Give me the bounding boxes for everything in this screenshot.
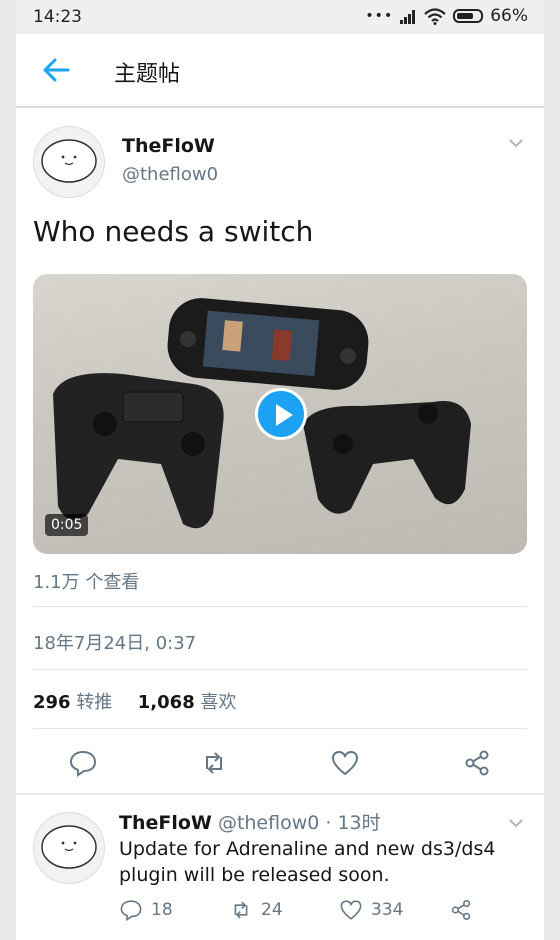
battery-icon [453,9,484,23]
wifi-icon [424,7,446,25]
reply-author-handle[interactable]: @theflow0 [218,812,319,834]
avatar-face-icon [41,825,97,869]
back-arrow-icon[interactable] [40,56,72,84]
tweet-timestamp: 18年7月24日, 0:37 [33,633,197,654]
status-time: 14:23 [33,7,82,27]
author-name[interactable]: TheFloW [122,135,215,157]
reply-reply-button[interactable]: 18 [119,898,173,922]
share-icon[interactable] [462,748,492,778]
divider [33,669,527,670]
likes-count[interactable]: 1,068 [138,692,195,713]
section-separator [16,793,544,795]
status-bar: 14:23 ••• 66% [16,0,544,34]
like-icon [340,900,362,920]
author-avatar[interactable] [33,126,105,198]
page-title: 主题帖 [114,62,181,87]
likes-label[interactable]: 喜欢 [200,692,236,713]
tweet-text: Who needs a switch [33,215,314,248]
tweet-action-bar [16,740,544,784]
battery-percent: 66% [490,6,528,26]
status-icons: ••• 66% [365,6,528,26]
chevron-down-icon[interactable] [508,816,524,830]
video-player[interactable]: 0:05 [33,274,527,554]
reply-text: Update for Adrenaline and new ds3/ds4 pl… [119,838,496,886]
avatar-face-icon [41,139,97,183]
signal-icon [400,9,417,24]
retweet-icon [234,901,248,919]
reply-author-name[interactable]: TheFloW [119,812,212,834]
reply-retweet-button[interactable]: 24 [229,898,283,922]
reply-author-avatar[interactable] [33,812,105,884]
retweets-label[interactable]: 转推 [76,692,112,713]
retweet-icon[interactable] [199,748,229,778]
share-icon [451,900,471,920]
like-count: 334 [371,900,404,920]
view-count[interactable]: 1.1万 个查看 [33,568,139,594]
status-dots: ••• [365,8,394,24]
reply-action-bar: 18 24 334 [119,898,519,928]
author-handle[interactable]: @theflow0 [122,164,218,185]
top-header: 主题帖 [16,34,544,108]
tweet-stats: 296 转推 1,068 喜欢 [33,688,236,714]
reply-like-button[interactable]: 334 [339,898,403,922]
video-duration: 0:05 [45,514,89,536]
retweet-count: 24 [261,900,283,920]
reply-count: 18 [151,900,173,920]
reply-icon [120,900,142,922]
reply-time: · 13时 [325,812,381,834]
divider [33,728,527,729]
reply-share-button[interactable] [449,898,473,922]
like-icon[interactable] [330,748,360,778]
reply-header: TheFloW @theflow0 · 13时 [119,808,381,835]
chevron-down-icon[interactable] [508,136,524,150]
retweets-count[interactable]: 296 [33,692,71,713]
play-icon[interactable] [255,388,307,440]
reply-icon[interactable] [68,748,98,778]
phone-screen: 14:23 ••• 66% 主题帖 TheFloW @theflow0 Who … [16,0,544,940]
divider [33,606,527,607]
